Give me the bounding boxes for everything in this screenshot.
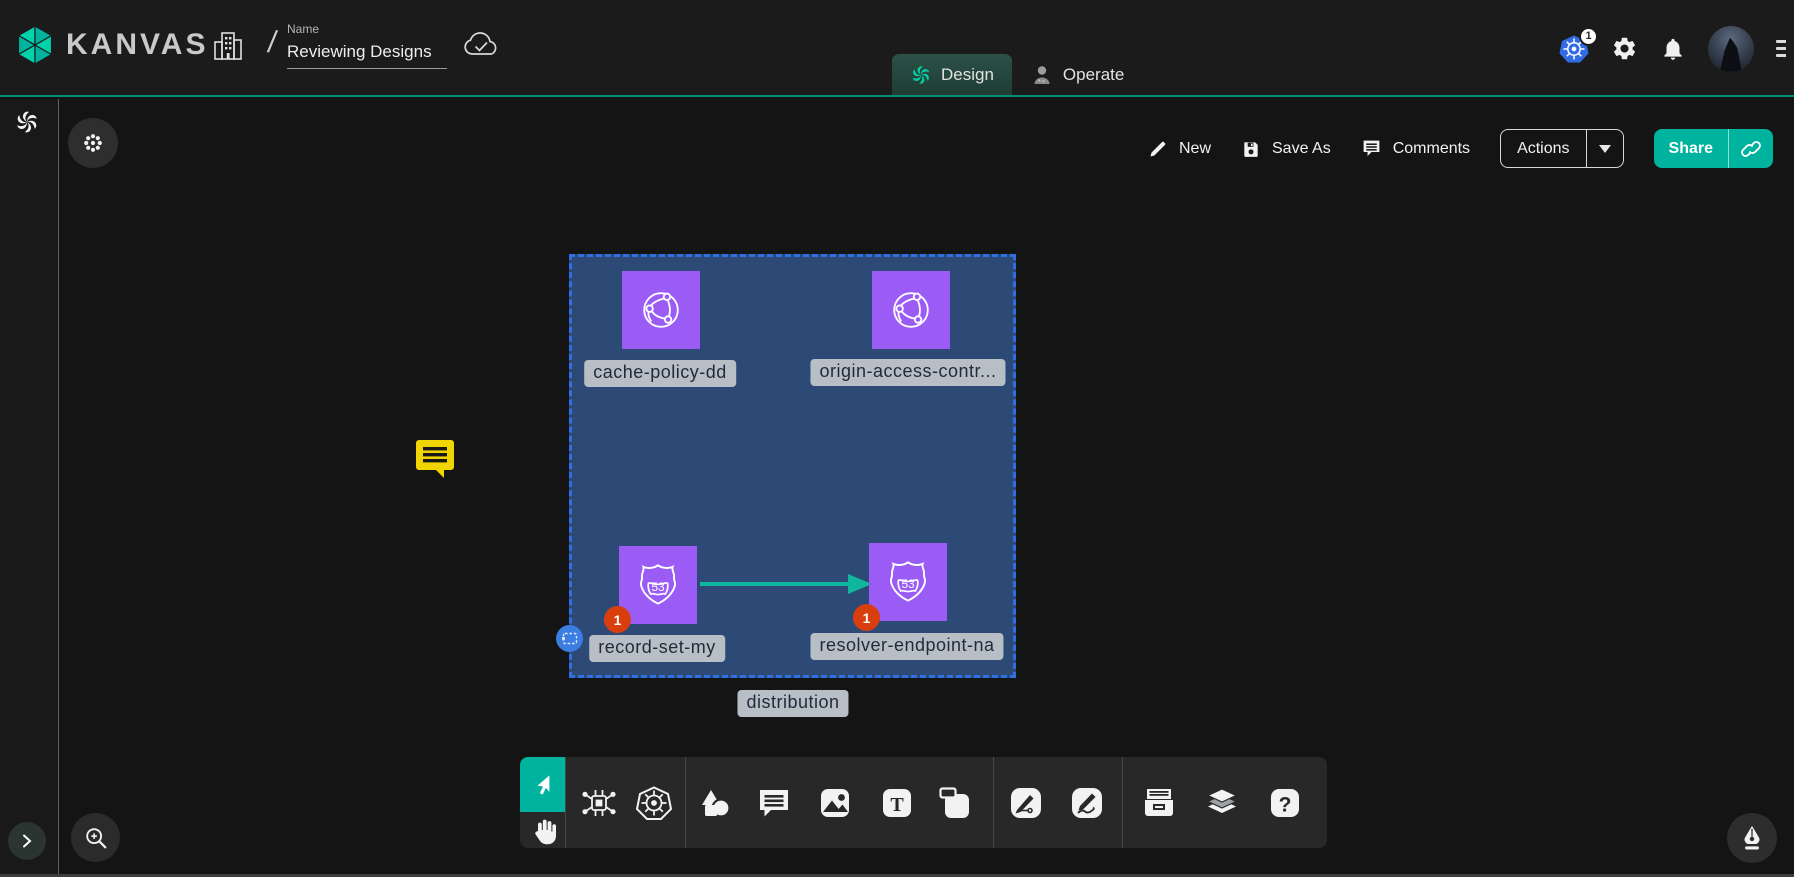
dock-divider	[565, 757, 566, 848]
pencil-icon	[1148, 139, 1168, 159]
dock-divider	[1122, 757, 1123, 848]
app-header: KANVAS / Name	[0, 0, 1794, 97]
user-avatar[interactable]	[1708, 26, 1754, 72]
layers-tool-button[interactable]	[1204, 785, 1240, 821]
route53-shield-icon: 53	[881, 555, 935, 609]
header-actions: 1	[1559, 0, 1786, 97]
node-cache-policy[interactable]	[622, 271, 700, 349]
path-pen-tool-button[interactable]	[1008, 785, 1044, 821]
tab-design[interactable]: Design	[892, 54, 1012, 95]
comment-icon	[1361, 138, 1382, 159]
tab-operate[interactable]: Operate	[1012, 54, 1142, 95]
comment-pin[interactable]	[414, 436, 456, 480]
organization-icon[interactable]	[210, 28, 246, 64]
chevron-right-icon	[19, 833, 35, 849]
dock-divider	[993, 757, 994, 848]
expand-sidebar-button[interactable]	[8, 822, 46, 860]
route53-shield-icon: 53	[631, 558, 685, 612]
brand[interactable]: KANVAS	[14, 24, 208, 66]
frame-tool-button[interactable]	[937, 785, 973, 821]
new-label: New	[1179, 140, 1211, 158]
breadcrumb-separator: /	[266, 26, 279, 60]
actions-label[interactable]: Actions	[1501, 130, 1585, 167]
comments-button[interactable]: Comments	[1361, 138, 1470, 159]
saved-designs-drawer-button[interactable]	[1141, 785, 1177, 821]
freehand-draw-tool-button[interactable]	[1069, 785, 1105, 821]
node-record-set[interactable]: 53	[619, 546, 697, 624]
settings-gear-icon[interactable]	[1611, 35, 1638, 62]
cursor-arrow-icon	[531, 773, 555, 797]
kubernetes-tool-button[interactable]	[636, 785, 672, 821]
edge-record-set-to-resolver[interactable]	[698, 571, 874, 597]
dock-divider	[685, 757, 686, 848]
cloudfront-globe-icon	[885, 284, 937, 336]
node-alert-badge[interactable]: 1	[853, 604, 880, 631]
canvas-context-button[interactable]	[68, 118, 118, 168]
save-icon	[1241, 139, 1261, 159]
image-tool-button[interactable]	[817, 785, 853, 821]
overflow-menu-icon[interactable]	[1776, 34, 1786, 64]
kubernetes-context-badge: 1	[1579, 27, 1598, 46]
pan-hand-tool-button[interactable]	[528, 815, 560, 845]
components-tool-button[interactable]	[581, 785, 617, 821]
node-label[interactable]: origin-access-contr...	[810, 359, 1005, 386]
group-label[interactable]: distribution	[737, 690, 848, 717]
design-toolbar: New Save As Comments Actions Share	[1148, 129, 1773, 168]
text-tool-button[interactable]: T	[879, 785, 915, 821]
design-name-field: Name	[287, 22, 447, 69]
annotation-pen-button[interactable]	[1727, 813, 1777, 863]
design-name-label: Name	[287, 22, 447, 36]
caret-down-icon	[1599, 145, 1611, 153]
new-button[interactable]: New	[1148, 139, 1211, 159]
actions-dropdown-toggle[interactable]	[1586, 130, 1623, 167]
shapes-tool-button[interactable]	[698, 785, 734, 821]
design-name-input[interactable]	[287, 40, 447, 69]
node-label[interactable]: cache-policy-dd	[584, 360, 736, 387]
svg-text:T: T	[890, 794, 904, 816]
node-label[interactable]: record-set-my	[589, 635, 725, 662]
select-tool-button[interactable]	[520, 757, 566, 812]
design-spiral-icon	[910, 64, 932, 86]
tab-design-label: Design	[941, 65, 994, 85]
group-select-handle[interactable]	[556, 625, 583, 652]
mode-tabs: Design Operate	[892, 54, 1142, 95]
node-resolver-endpoint[interactable]: 53	[869, 543, 947, 621]
cloud-sync-status-icon	[462, 28, 500, 62]
meshery-spiral-icon[interactable]	[14, 109, 40, 135]
comment-tool-button[interactable]	[756, 785, 792, 821]
copy-link-button[interactable]	[1728, 129, 1773, 168]
tool-dock: T ?	[520, 757, 1327, 848]
cloudfront-globe-icon	[635, 284, 687, 336]
dashed-rect-icon	[561, 632, 578, 645]
kubernetes-context-button[interactable]: 1	[1559, 34, 1589, 64]
share-split-button[interactable]: Share	[1654, 129, 1773, 168]
svg-text:53: 53	[651, 580, 665, 594]
node-origin-access[interactable]	[872, 271, 950, 349]
share-label[interactable]: Share	[1654, 129, 1728, 168]
actions-split-button[interactable]: Actions	[1500, 129, 1623, 168]
kanvas-logo-icon	[14, 24, 56, 66]
comments-label: Comments	[1393, 140, 1470, 158]
save-as-button[interactable]: Save As	[1241, 139, 1331, 159]
node-alert-badge[interactable]: 1	[604, 606, 631, 633]
zoom-in-button[interactable]	[71, 813, 120, 862]
svg-text:53: 53	[901, 577, 915, 591]
pen-nib-icon	[1739, 824, 1765, 852]
node-label[interactable]: resolver-endpoint-na	[810, 633, 1003, 660]
help-tool-button[interactable]: ?	[1267, 785, 1303, 821]
tab-operate-label: Operate	[1063, 65, 1124, 85]
zoom-in-icon	[83, 825, 109, 851]
notifications-bell-icon[interactable]	[1660, 36, 1686, 62]
svg-text:?: ?	[1279, 794, 1292, 817]
brand-wordmark: KANVAS	[66, 28, 208, 62]
left-rail	[0, 99, 59, 874]
dot-flower-icon	[82, 132, 104, 154]
save-as-label: Save As	[1272, 140, 1331, 158]
operate-person-icon	[1030, 63, 1054, 87]
link-icon	[1740, 138, 1762, 160]
